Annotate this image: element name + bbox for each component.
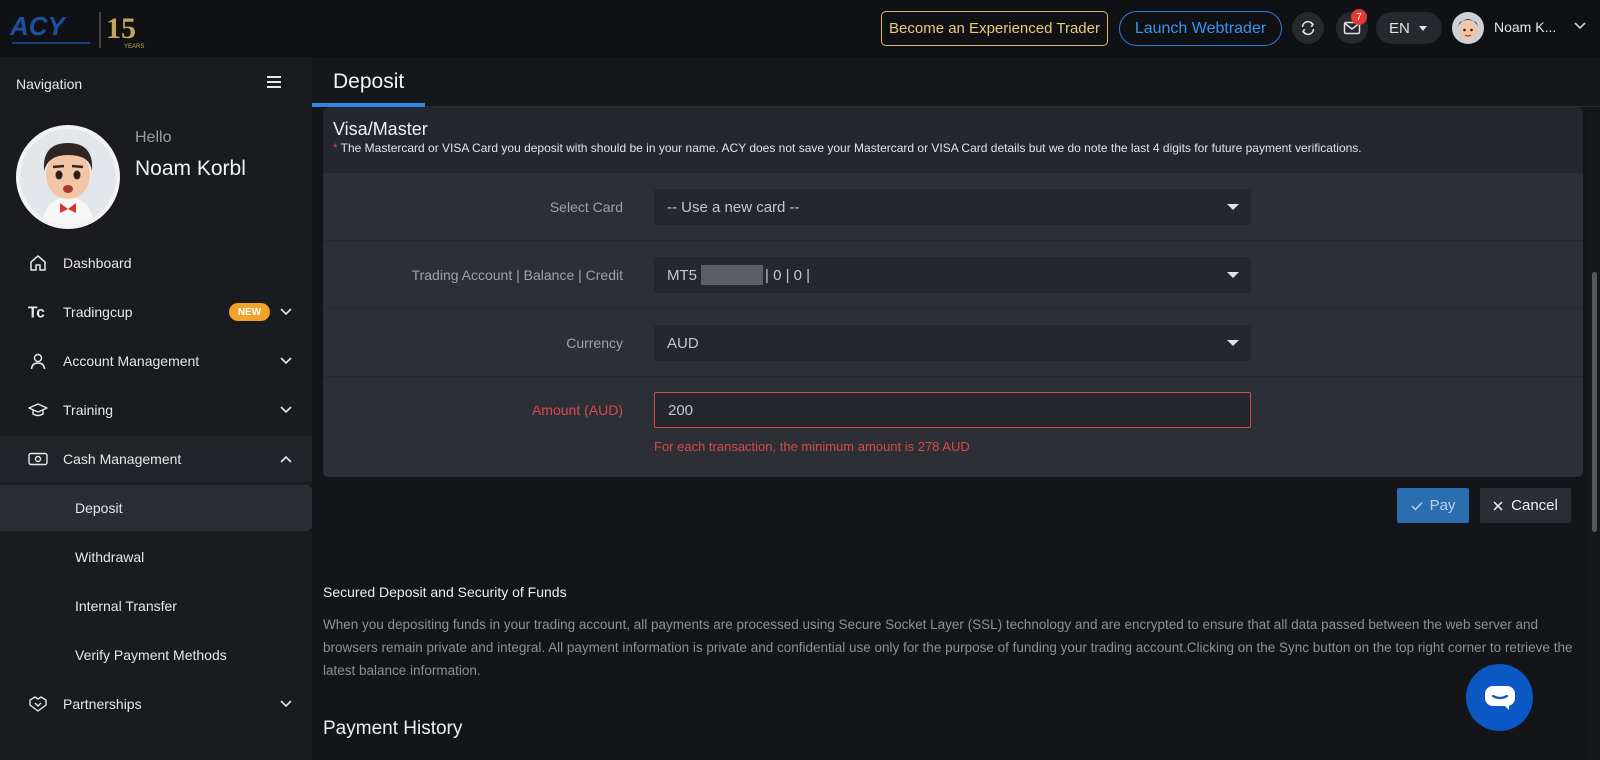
cash-icon [28, 449, 48, 469]
chat-icon [1484, 685, 1515, 710]
sidebar-item-label: Account Management [63, 353, 200, 369]
sidebar-subitem-internal-transfer[interactable]: Internal Transfer [0, 583, 312, 629]
select-card-dropdown[interactable]: -- Use a new card -- [654, 189, 1251, 225]
sidebar-item-partnerships[interactable]: Partnerships [0, 681, 312, 727]
card-title: Visa/Master [333, 119, 428, 139]
sidebar-item-label: Dashboard [63, 255, 132, 271]
tc-icon: Tc [28, 302, 48, 322]
deposit-form: Select Card -- Use a new card -- Trading… [323, 173, 1583, 477]
account-suffix: | 0 | 0 | [765, 266, 811, 284]
language-select[interactable]: EN [1376, 12, 1442, 44]
sidebar-subitem-label: Deposit [75, 500, 123, 516]
sidebar-item-tradingcup[interactable]: Tc Tradingcup NEW [0, 289, 312, 335]
check-icon [1411, 501, 1423, 511]
sidebar-subitem-label: Verify Payment Methods [75, 647, 227, 663]
pay-button[interactable]: Pay [1397, 488, 1469, 523]
top-user-name[interactable]: Noam K... [1494, 19, 1556, 35]
chevron-up-icon [280, 455, 292, 463]
sidebar-item-label: Partnerships [63, 696, 142, 712]
trading-account-label: Trading Account | Balance | Credit [411, 267, 623, 283]
become-experienced-trader-button[interactable]: Become an Experienced Trader [881, 11, 1108, 46]
close-icon [1493, 500, 1503, 511]
currency-value: AUD [667, 334, 699, 352]
caret-down-icon [1227, 340, 1239, 346]
security-text: When you depositing funds in your tradin… [323, 617, 1573, 678]
sidebar-item-account-management[interactable]: Account Management [0, 338, 312, 384]
hello-label: Hello [135, 129, 172, 146]
cancel-label: Cancel [1511, 497, 1558, 514]
launch-webtrader-button[interactable]: Launch Webtrader [1119, 11, 1282, 46]
payment-history-title: Payment History [323, 718, 463, 739]
sidebar-subitem-withdrawal[interactable]: Withdrawal [0, 534, 312, 580]
amount-label: Amount (AUD) [531, 402, 623, 418]
amount-input[interactable]: 200 [654, 392, 1251, 428]
svg-text:Tc: Tc [28, 304, 45, 321]
handshake-icon [28, 694, 48, 714]
chevron-down-icon [280, 308, 292, 316]
sidebar-subitem-deposit[interactable]: Deposit [0, 485, 312, 531]
amount-row: Amount (AUD) 200 For each transaction, t… [323, 377, 1583, 477]
home-icon [28, 253, 48, 273]
chevron-down-icon [280, 700, 292, 708]
card-note: * The Mastercard or VISA Card you deposit… [333, 141, 1362, 155]
sync-button[interactable] [1292, 12, 1324, 44]
select-card-label: Select Card [549, 199, 623, 215]
new-badge: NEW [229, 303, 270, 321]
masked-account-number [701, 265, 763, 285]
currency-dropdown[interactable]: AUD [654, 325, 1251, 361]
caret-down-icon [1227, 272, 1239, 278]
card-note-text: The Mastercard or VISA Card you deposit … [340, 141, 1362, 155]
svg-text:15: 15 [106, 12, 136, 45]
currency-label: Currency [566, 335, 623, 351]
page-header: Deposit [312, 57, 1600, 107]
top-bar: ACY 15 YEARS Become an Experienced Trade… [0, 0, 1600, 57]
svg-text:ACY: ACY [10, 11, 68, 41]
required-asterisk: * [333, 141, 338, 155]
sidebar: Navigation Hello Noam Korbl Dashboard Tc [0, 57, 312, 760]
sidebar-subitem-label: Internal Transfer [75, 598, 177, 614]
language-label: EN [1389, 19, 1410, 37]
caret-down-icon [1418, 25, 1427, 31]
amount-error-message: For each transaction, the minimum amount… [654, 439, 970, 454]
sidebar-subitem-verify-payment-methods[interactable]: Verify Payment Methods [0, 632, 312, 678]
select-card-row: Select Card -- Use a new card -- [323, 173, 1583, 241]
pay-label: Pay [1429, 497, 1456, 514]
sidebar-item-label: Tradingcup [63, 304, 133, 320]
scrollbar-thumb[interactable] [1592, 272, 1597, 532]
svg-text:YEARS: YEARS [124, 44, 144, 50]
cancel-button[interactable]: Cancel [1480, 488, 1571, 523]
select-card-value: -- Use a new card -- [667, 198, 800, 216]
mail-count-badge: 7 [1351, 9, 1367, 25]
sidebar-subitem-label: Withdrawal [75, 549, 145, 565]
sidebar-item-label: Training [63, 402, 114, 418]
graduation-cap-icon [28, 400, 48, 420]
navigation-title: Navigation [16, 76, 83, 92]
visa-master-card: Visa/Master * The Mastercard or VISA Card… [323, 107, 1583, 477]
sidebar-user-name: Noam Korbl [135, 157, 246, 180]
user-avatar[interactable] [1452, 12, 1484, 44]
sidebar-item-label: Cash Management [63, 451, 182, 467]
currency-row: Currency AUD [323, 309, 1583, 377]
chevron-down-icon [280, 357, 292, 365]
trading-account-row: Trading Account | Balance | Credit MT5 |… [323, 241, 1583, 309]
sidebar-item-training[interactable]: Training [0, 387, 312, 433]
sidebar-item-cash-management[interactable]: Cash Management [0, 436, 312, 482]
trading-account-dropdown[interactable]: MT5 | 0 | 0 | [654, 257, 1251, 293]
profile-avatar[interactable] [16, 125, 120, 229]
chevron-down-icon[interactable] [1574, 22, 1586, 30]
chevron-down-icon [280, 406, 292, 414]
sync-icon [1301, 20, 1315, 36]
sidebar-item-dashboard[interactable]: Dashboard [0, 240, 312, 286]
caret-down-icon [1227, 204, 1239, 210]
account-prefix: MT5 [667, 266, 697, 284]
hamburger-menu-icon[interactable] [267, 76, 281, 88]
user-icon [28, 351, 48, 371]
chat-button[interactable] [1466, 664, 1533, 731]
page-title: Deposit [333, 70, 405, 93]
acy-logo[interactable]: ACY 15 YEARS [9, 8, 150, 50]
security-title: Secured Deposit and Security of Funds [323, 584, 567, 600]
